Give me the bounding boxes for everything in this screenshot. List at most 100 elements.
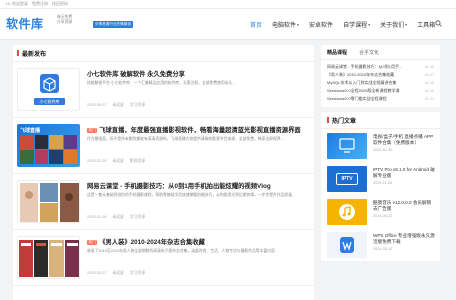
nav-about[interactable]: 关于我们 ▾	[380, 20, 407, 29]
nav-label: 工具箱	[417, 22, 436, 29]
search-icon[interactable]	[435, 20, 442, 27]
hot-article-thumbnail[interactable]	[327, 199, 367, 225]
thumbnail-caption: 小七软件库	[39, 99, 60, 104]
article-thumbnail[interactable]	[17, 180, 80, 223]
hot-tag: 热门	[87, 128, 98, 133]
nav-home[interactable]: 首页	[250, 20, 262, 29]
hot-article-title: WPS Office 专业增强版永久激活版免费下载	[373, 233, 435, 244]
article-title[interactable]: 热门 飞球直播，年度最强直播影视软件，畅看海量超清蓝光影视直播资源界面	[87, 125, 311, 134]
hot-article-item[interactable]: IPTV IPTV Pro v8.1.0 for Android 破解专业版 2…	[321, 162, 440, 195]
thumbnail-caption: 飞球直播	[20, 128, 41, 134]
article-excerpt: 收录了2010至2024年男人装全部期数的高清电子版杂志合集，涵盖时尚、生活、人…	[87, 249, 278, 253]
article-thumbnail[interactable]: 小七软件库	[17, 68, 80, 111]
hot-article-thumbnail[interactable]: IPTV	[327, 166, 367, 192]
list-item[interactable]: 网易云课堂 - 手机摄影技巧：从0到1用手... 01-09	[327, 63, 434, 71]
list-item-date: 03-07	[424, 73, 434, 77]
article-views: 阅读量	[112, 271, 124, 275]
list-item-title: Seedance2.0零门槛实战全程课程	[327, 96, 387, 101]
section-header: 最新发布	[13, 45, 314, 62]
article-title-text: 飞球直播，年度最强直播影视软件，畅看海量超清蓝光影视直播资源界面	[99, 127, 301, 134]
article-date: 2025-09-07	[87, 103, 107, 107]
thumbnail-grid	[20, 135, 77, 164]
article-date: 2025-03-07	[87, 271, 107, 275]
hot-articles-title: 热门文章	[332, 118, 357, 125]
article-meta: 2025-03-07 阅读量 学习资源	[87, 271, 145, 276]
latest-posts-panel: 最新发布 小七软件库 小七软件库 破解软件 永久免费分享 技能解锁平台 小七软件…	[13, 45, 314, 300]
article-category[interactable]: 影视资源	[130, 159, 145, 164]
article-title[interactable]: 小七软件库 破解软件 永久免费分享	[87, 69, 311, 78]
article-card[interactable]: 网易云课堂 - 手机摄影技巧：从0到1用手机拍出能炫耀的视频Vlog 这是一套从…	[13, 174, 314, 230]
course-list-panel: 精品课程 合乎文化 网易云课堂 - 手机摄影技巧：从0到1用手... 01-09 …	[321, 45, 440, 107]
nav-label: 电脑软件	[272, 22, 297, 29]
list-item[interactable]: Seedance2.0全程2025版全新课程教学课 02-12	[327, 87, 434, 95]
hot-article-item[interactable]: WPS Office 专业增强版永久激活版免费下载 2024-05-12	[321, 228, 440, 261]
login-link[interactable]: Hi, 欢迎登录	[6, 1, 28, 7]
chevron-down-icon: ▾	[297, 21, 300, 27]
list-item[interactable]: Seedance2.0零门槛实战全程课程 01-21	[327, 95, 434, 103]
article-card[interactable]: 小七软件库 小七软件库 破解软件 永久免费分享 技能解锁平台 小七软件库：一个汇…	[13, 62, 314, 118]
article-views: 阅读量	[112, 159, 124, 163]
site-slogan: 每天免费 分享资源	[57, 15, 72, 25]
list-item[interactable]: MySQL技术从入门到实战全程精讲合集 02-15	[327, 79, 434, 87]
tab-culture[interactable]: 合乎文化	[359, 49, 379, 56]
article-meta: 2025-02-20 阅读量 影视资源	[87, 159, 145, 164]
nav-android-software[interactable]: 安卓软件	[309, 20, 333, 29]
hot-article-date: 2024-06-21	[373, 214, 393, 218]
slogan-badge: 分享资源行业先锋原创	[93, 21, 133, 28]
hot-article-thumbnail[interactable]	[327, 133, 367, 159]
hot-article-item[interactable]: 电视/盒子/手机 直播点播 APP 软件合集（免费版本） 2025-01-30	[321, 129, 440, 162]
list-item-title: 网易云课堂 - 手机摄影技巧：从0到1用手...	[327, 64, 403, 69]
article-card[interactable]: 飞球直播 热门 飞球直播，年度最强直播影视软件，畅看海量超清蓝光影视直播资源界面 …	[13, 118, 314, 174]
iptv-logo-icon: IPTV	[336, 173, 358, 185]
chevron-down-icon: ▾	[405, 21, 408, 27]
nav-courses[interactable]: 自学课程 ▾	[343, 20, 370, 29]
list-item-date: 01-09	[424, 65, 434, 69]
hot-article-item[interactable]: 酷我音乐 v12.0.0.0 会员解锁去广告版 2024-06-21	[321, 195, 440, 228]
hot-article-date: 2024-05-12	[373, 247, 393, 251]
tv-icon	[339, 138, 355, 153]
article-category[interactable]: 学习资源	[130, 271, 145, 276]
article-title[interactable]: 网易云课堂 - 手机摄影技巧：从0到1用手机拍出能炫耀的视频Vlog	[87, 181, 311, 190]
article-excerpt: 作为最强直，但不是所有影院都能有高清资源的，飞球直播为你提供清晰的影视节目来源，…	[87, 137, 284, 141]
article-title-text: 网易云课堂 - 手机摄影技巧：从0到1用手机拍出能炫耀的视频Vlog	[87, 183, 271, 190]
hot-articles-panel: 热门文章 电视/盒子/手机 直播点播 APP 软件合集（免费版本） 2025-0…	[321, 112, 440, 261]
nav-label: 关于我们	[380, 22, 405, 29]
article-title-text: 小七软件库 破解软件 永久免费分享	[87, 71, 185, 78]
nav-pc-software[interactable]: 电脑软件 ▾	[272, 20, 299, 29]
article-thumbnail[interactable]: 飞球直播	[17, 124, 80, 167]
section-header: 热门文章	[321, 112, 440, 129]
course-list: 网易云课堂 - 手机摄影技巧：从0到1用手... 01-09 《男人装》2010-…	[321, 60, 440, 107]
chevron-down-icon: ▾	[368, 21, 371, 27]
list-item-title: MySQL技术从入门到实战全程精讲合集	[327, 80, 397, 85]
section-accent-bar	[327, 117, 329, 123]
tab-courses[interactable]: 精品课程	[327, 49, 347, 56]
hot-article-date: 2025-01-30	[373, 148, 393, 152]
wps-logo-icon	[340, 237, 354, 253]
article-thumbnail[interactable]	[17, 236, 80, 279]
main-nav: 首页 电脑软件 ▾ 安卓软件 自学课程 ▾ 关于我们 ▾ 工具箱	[250, 9, 445, 39]
site-header: 软件库 每天免费 分享资源 分享资源行业先锋原创 首页 电脑软件 ▾ 安卓软件 自…	[0, 9, 456, 40]
hot-article-date: 2024-11-04	[373, 181, 393, 185]
article-title[interactable]: 热门 《男人装》2010-2024年杂志合集收藏	[87, 237, 311, 246]
topbar: Hi, 欢迎登录 免费注册 找回密码	[0, 0, 456, 9]
site-logo[interactable]: 软件库	[6, 15, 44, 32]
list-item-title: 《男人装》2010-2024年杂志合集收藏	[327, 72, 395, 77]
article-excerpt: 这是一套从基础到进阶的手机摄影课程，帮助零基础学员快速掌握拍摄技巧，从构图用光到…	[87, 193, 296, 197]
hot-article-title: 电视/盒子/手机 直播点播 APP 软件合集（免费版本）	[373, 134, 434, 145]
article-category[interactable]: 学习资源	[130, 215, 145, 220]
article-meta: 2025-01-09 阅读量 学习资源	[87, 215, 145, 220]
list-item-title: Seedance2.0全程2025版全新课程教学课	[327, 88, 400, 93]
photo-collage-image	[20, 183, 79, 222]
list-item-date: 02-12	[424, 89, 434, 93]
recover-password-link[interactable]: 找回密码	[52, 1, 68, 7]
register-link[interactable]: 免费注册	[32, 1, 48, 7]
slogan-line-2: 分享资源	[57, 20, 73, 24]
nav-toolbox[interactable]: 工具箱	[417, 20, 435, 29]
nav-label: 安卓软件	[309, 22, 334, 29]
list-item[interactable]: 《男人装》2010-2024年杂志合集收藏 03-07	[327, 71, 434, 79]
article-category[interactable]: 学习资源	[130, 103, 145, 108]
section-accent-bar	[17, 50, 19, 56]
article-card[interactable]: 热门 《男人装》2010-2024年杂志合集收藏 收录了2010至2024年男人装…	[13, 230, 314, 286]
hot-article-title: 酷我音乐 v12.0.0.0 会员解锁去广告版	[373, 200, 432, 211]
hot-article-thumbnail[interactable]	[327, 232, 367, 258]
